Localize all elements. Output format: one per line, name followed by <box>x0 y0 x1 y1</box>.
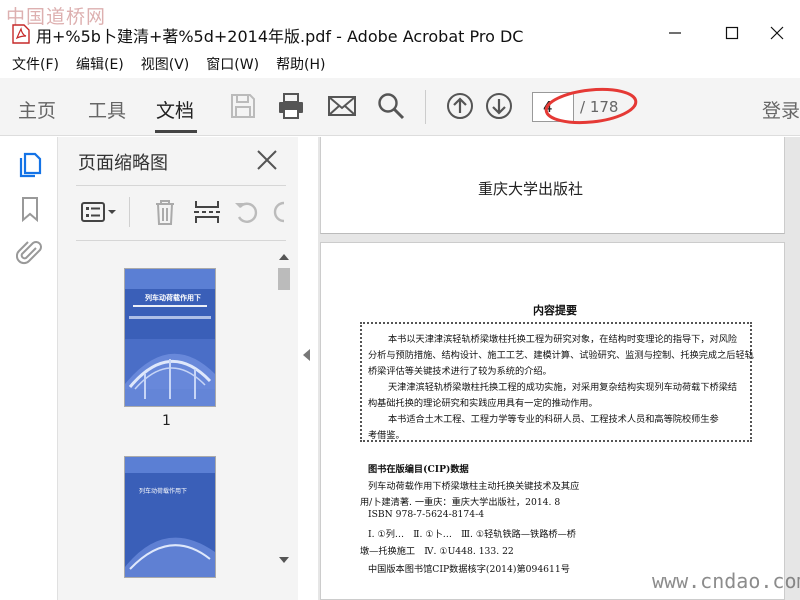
abstract-line: 分析与预防措施、结构设计、施工工艺、建模计算、试验研究、监测与控制、托换完成之后… <box>368 350 754 361</box>
cip-line: 用/卜建清著. 一重庆：重庆大学出版社，2014. 8 <box>360 497 561 508</box>
abstract-title: 内容提要 <box>533 304 577 317</box>
cip-line: 中国版本图书馆CIP数据核字(2014)第094611号 <box>368 564 570 575</box>
toolbar-separator <box>425 90 426 124</box>
menu-window[interactable]: 窗口(W) <box>206 54 259 74</box>
save-icon[interactable] <box>228 91 258 121</box>
window-title: 用+%5b卜建清+著%5d+2014年版.pdf - Adobe Acrobat… <box>36 27 524 46</box>
red-ellipse-annotation <box>544 87 638 125</box>
acrobat-window: 中国道桥网 用+%5b卜建清+著%5d+2014年版.pdf - Adobe A… <box>0 0 800 600</box>
maximize-button[interactable] <box>717 18 747 48</box>
cip-line: Ⅰ. ①列… Ⅱ. ①卜… Ⅲ. ①轻轨铁路—铁路桥—桥 <box>368 529 576 540</box>
cip-heading: 图书在版编目(CIP)数据 <box>368 464 469 475</box>
thumbnail-scrollbar[interactable] <box>276 250 292 568</box>
thumbnail-cover-title: 列车动荷载作用下 <box>139 488 188 495</box>
menu-edit[interactable]: 编辑(E) <box>76 54 124 74</box>
page-thumbnails-icon[interactable] <box>16 151 44 179</box>
close-window-button[interactable] <box>762 18 792 48</box>
main-toolbar: 主页 工具 文档 登录 <box>0 78 800 136</box>
thumbnail-options-icon[interactable] <box>80 197 120 227</box>
menu-file[interactable]: 文件(F) <box>12 54 59 74</box>
thumbnails-panel: 页面缩略图 列车动荷载作用下 1 列车动荷载作用下 <box>58 137 298 600</box>
menu-bar: 文件(F) 编辑(E) 视图(V) 窗口(W) 帮助(H) <box>0 52 800 76</box>
previous-page-icon[interactable] <box>445 91 475 121</box>
bookmark-icon[interactable] <box>16 195 44 223</box>
panel-divider <box>76 240 286 241</box>
menu-help[interactable]: 帮助(H) <box>276 54 325 74</box>
abstract-line: 构基础托换的理论研究和实践应用具有一定的推动作用。 <box>368 398 598 409</box>
book-inner-cover-image <box>125 457 215 577</box>
cip-line: ISBN 978-7-5624-8174-4 <box>368 509 485 520</box>
title-bar: 中国道桥网 用+%5b卜建清+著%5d+2014年版.pdf - Adobe A… <box>0 0 800 52</box>
abstract-line: 天津津滨轻轨桥梁墩柱托换工程的成功实施，对采用复杂结构实现列车动荷载下桥梁结 <box>388 382 738 393</box>
close-icon[interactable] <box>255 148 279 172</box>
sign-in-link[interactable]: 登录 <box>762 96 800 123</box>
thumbnail-page-number: 1 <box>162 413 171 429</box>
minimize-button[interactable] <box>660 18 690 48</box>
cip-line: 列车动荷载作用下桥梁墩柱主动托换关键技术及其应 <box>368 481 580 492</box>
page-thumbnail-2[interactable]: 列车动荷载作用下 <box>125 457 215 577</box>
email-icon[interactable] <box>327 91 357 121</box>
close-icon <box>770 26 784 40</box>
navigation-rail <box>0 137 58 600</box>
attachment-icon[interactable] <box>16 239 44 267</box>
tab-document[interactable]: 文档 <box>156 96 194 123</box>
pdf-file-icon <box>12 24 30 44</box>
book-cover-image <box>125 269 215 406</box>
menu-view[interactable]: 视图(V) <box>141 54 190 74</box>
delete-page-icon[interactable] <box>150 197 180 227</box>
tab-home[interactable]: 主页 <box>18 96 56 123</box>
abstract-line: 本书以天津津滨轻轨桥梁墩柱托换工程为研究对象，在结构时变理论的指导下，对风险 <box>388 334 738 345</box>
panel-title: 页面缩略图 <box>78 153 168 174</box>
abstract-line: 桥梁评估等关键技术进行了较为系统的介绍。 <box>368 366 552 377</box>
maximize-icon <box>725 26 739 40</box>
abstract-line: 本书适合土木工程、工程力学等专业的科研人员、工程技术人员和高等院校师生参 <box>388 414 719 425</box>
abstract-line: 考借鉴。 <box>368 430 405 441</box>
minimize-icon <box>669 32 681 34</box>
cip-line: 墩—托换施工 Ⅳ. ①U448. 133. 22 <box>360 546 514 557</box>
collapse-panel-icon[interactable] <box>300 346 314 364</box>
thumbnail-cover-title: 列车动荷载作用下 <box>145 294 201 302</box>
tab-tools[interactable]: 工具 <box>88 96 126 123</box>
page-thumbnail-1[interactable]: 列车动荷载作用下 <box>125 269 215 406</box>
scrollbar-thumb[interactable] <box>278 268 290 290</box>
rotate-counterclockwise-icon[interactable] <box>232 197 262 227</box>
site-watermark-bottom: www.cndao.com <box>652 569 800 593</box>
search-icon[interactable] <box>376 91 406 121</box>
tool-separator <box>129 197 130 227</box>
publisher-name: 重庆大学出版社 <box>478 180 584 198</box>
next-page-icon[interactable] <box>484 91 514 121</box>
active-tab-indicator <box>155 130 197 133</box>
panel-divider <box>76 185 286 186</box>
rotate-clockwise-icon[interactable] <box>270 197 286 227</box>
print-icon[interactable] <box>276 91 306 121</box>
extract-pages-icon[interactable] <box>192 197 222 227</box>
